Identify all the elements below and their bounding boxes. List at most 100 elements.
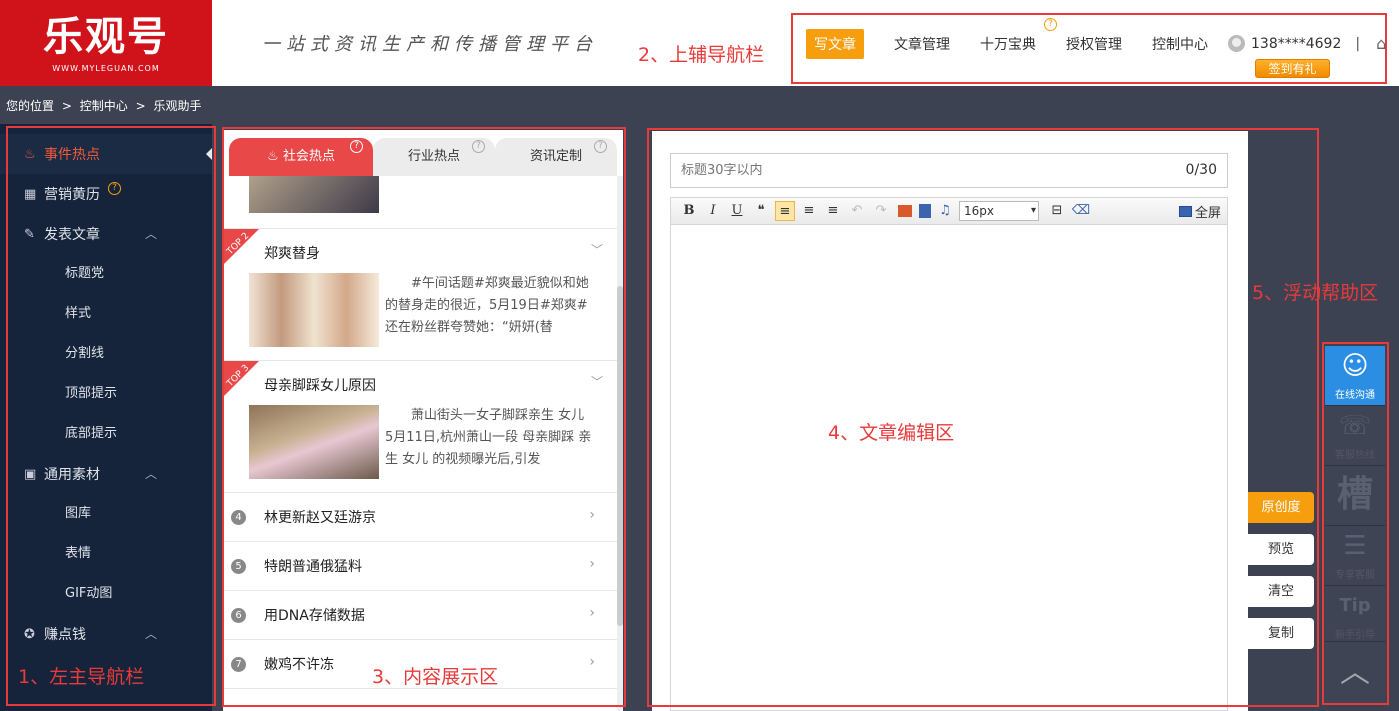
format-brush-button[interactable]: ⊟ [1047,201,1067,221]
sidebar-sub-style[interactable]: 样式 [0,294,212,334]
news-title[interactable]: 用DNA存储数据 [264,605,365,625]
chevron-right-icon[interactable]: › [589,507,595,523]
article-editor: 0/30 B I U ❝ ≡ ≡ ≡ ↶ ↷ ♫ 16px ⊟ ⌫ 全屏 [652,131,1248,711]
originality-button[interactable]: 原创度 [1248,492,1314,523]
sidebar-sub-title-party[interactable]: 标题党 [0,254,212,294]
news-title[interactable]: 林更新赵又廷游京 [264,507,376,527]
news-title[interactable]: 母亲脚踩女儿原因 [264,375,376,395]
sidebar-item-common-material[interactable]: ▣ 通用素材 ︿ [0,454,212,494]
article-title-field[interactable]: 0/30 [670,153,1228,188]
align-left-button[interactable]: ≡ [775,201,795,221]
news-title[interactable]: 嫩鸡不许冻 [264,654,334,674]
chevron-right-icon[interactable]: › [589,556,595,572]
chevron-right-icon[interactable]: › [589,605,595,621]
sidebar-sub-emoji[interactable]: 表情 [0,534,212,574]
help-icon[interactable]: ? [1044,18,1057,31]
help-icon[interactable]: ? [350,140,363,153]
nav-authorization[interactable]: 授权管理 [1066,34,1122,54]
title-char-count: 0/30 [1185,162,1217,178]
sidebar-sub-bottom-tip[interactable]: 底部提示 [0,414,212,454]
clear-button[interactable]: 清空 [1248,576,1314,607]
align-center-button[interactable]: ≡ [799,201,819,221]
chevron-down-icon[interactable]: ﹀ [591,373,603,390]
float-help-label: 新手引导 [1335,630,1375,641]
help-icon[interactable]: ? [108,181,121,195]
bold-button[interactable]: B [679,201,699,221]
nav-write-article[interactable]: 写文章 [806,29,864,59]
tab-label: 资讯定制 [529,149,582,164]
news-row[interactable]: 5 特朗普通俄猛料 › [223,541,617,590]
eraser-button[interactable]: ⌫ [1071,201,1091,221]
news-row[interactable]: 4 林更新赵又廷游京 › [223,492,617,541]
breadcrumb-sep: > [61,99,72,113]
preview-button[interactable]: 预览 [1248,534,1314,565]
news-title[interactable]: 郑爽替身 [264,243,320,263]
content-scrollbar[interactable] [617,176,623,711]
insert-music-button[interactable]: ♫ [935,201,955,221]
sidebar-sub-divider[interactable]: 分割线 [0,334,212,374]
scrollbar-thumb[interactable] [617,286,623,626]
nav-handbook[interactable]: 十万宝典? [980,18,1057,54]
chevron-up-icon[interactable]: ︿ [145,225,157,242]
redo-button[interactable]: ↷ [871,201,891,221]
signin-gift-button[interactable]: 签到有礼 [1255,59,1330,78]
sidebar-item-marketing-calendar[interactable]: ▦ 营销黄历? [0,174,212,214]
sidebar-item-publish-article[interactable]: ✎ 发表文章 ︿ [0,214,212,254]
article-body-editor[interactable] [670,225,1228,711]
chevron-down-icon[interactable]: ﹀ [591,241,603,258]
home-icon[interactable]: ⌂ [1376,34,1386,53]
news-row[interactable]: 7 嫩鸡不许冻 › [223,639,617,688]
exclusive-service-button[interactable]: ☰ 专享客服 [1325,526,1385,586]
sidebar-sub-top-tip[interactable]: 顶部提示 [0,374,212,414]
sidebar-sub-gif[interactable]: GIF动图 [0,574,212,614]
user-avatar-icon[interactable] [1228,35,1245,52]
tab-news-custom[interactable]: 资讯定制? [495,138,617,176]
news-thumbnail[interactable] [249,405,379,479]
insert-video-icon[interactable] [919,204,931,218]
rank-number: 6 [231,607,246,623]
news-row[interactable]: 6 用DNA存储数据 › [223,590,617,639]
news-summary: 萧山街头一女子脚踩亲生 女儿 5月11日,杭州萧山一段 母亲脚踩 亲生 女儿 的… [385,408,592,467]
help-icon[interactable]: ? [472,140,485,153]
sidebar-sub-gallery[interactable]: 图库 [0,494,212,534]
copy-button[interactable]: 复制 [1248,618,1314,649]
breadcrumb-control-center[interactable]: 控制中心 [80,99,128,113]
tab-industry-hotspot[interactable]: 行业热点? [373,138,495,176]
news-card[interactable]: TOP 3 母亲脚踩女儿原因 ﹀ 萧山街头一女子脚踩亲生 女儿 5月11日,杭州… [223,360,617,492]
fullscreen-button[interactable]: 全屏 [1178,202,1221,221]
nav-article-manage[interactable]: 文章管理 [894,34,950,54]
help-icon[interactable]: ? [594,140,607,153]
online-chat-button[interactable]: ☺ 在线沟通 [1325,346,1385,406]
underline-button[interactable]: U [727,201,747,221]
news-thumbnail[interactable] [249,273,379,347]
chevron-up-icon[interactable]: ︿ [145,465,157,482]
beginner-guide-button[interactable]: Tip 新手引导 [1325,586,1385,642]
undo-button[interactable]: ↶ [847,201,867,221]
news-title[interactable]: 特朗普通俄猛料 [264,556,362,576]
news-thumbnail[interactable] [249,176,379,213]
chevron-up-icon: ︿ [1340,655,1370,690]
user-area: 138****4692 | ⌂ [1228,34,1386,53]
slot-button[interactable]: 槽 [1325,466,1385,526]
font-size-select[interactable]: 16px [959,201,1039,221]
news-row[interactable] [223,688,617,711]
article-title-input[interactable] [681,163,1121,178]
sidebar-item-earn-money[interactable]: ✪ 赚点钱 ︿ [0,614,212,654]
breadcrumb-current: 乐观助手 [153,99,202,113]
back-to-top-button[interactable]: ︿ [1325,642,1385,703]
chevron-right-icon[interactable]: › [589,654,595,670]
hotline-button[interactable]: ☏ 客服热线 [1325,406,1385,466]
logo[interactable]: 乐观号 WWW.MYLEGUAN.COM [0,0,212,86]
sidebar-item-event-hotspot[interactable]: ♨ 事件热点 [0,134,212,174]
rank-number: 5 [231,558,246,574]
italic-button[interactable]: I [703,201,723,221]
align-right-button[interactable]: ≡ [823,201,843,221]
news-card[interactable]: TOP 2 郑爽替身 ﹀ #午间话题#郑爽最近貌似和她的替身走的很近，5月19日… [223,228,617,360]
nav-control-center[interactable]: 控制中心 [1152,34,1208,54]
user-phone[interactable]: 138****4692 [1251,36,1341,52]
insert-image-icon[interactable] [898,205,912,217]
breadcrumb: 您的位置 > 控制中心 > 乐观助手 [0,95,212,119]
quote-button[interactable]: ❝ [751,201,771,221]
tab-social-hotspot[interactable]: ♨ 社会热点? [229,138,373,176]
chevron-up-icon[interactable]: ︿ [145,625,157,642]
